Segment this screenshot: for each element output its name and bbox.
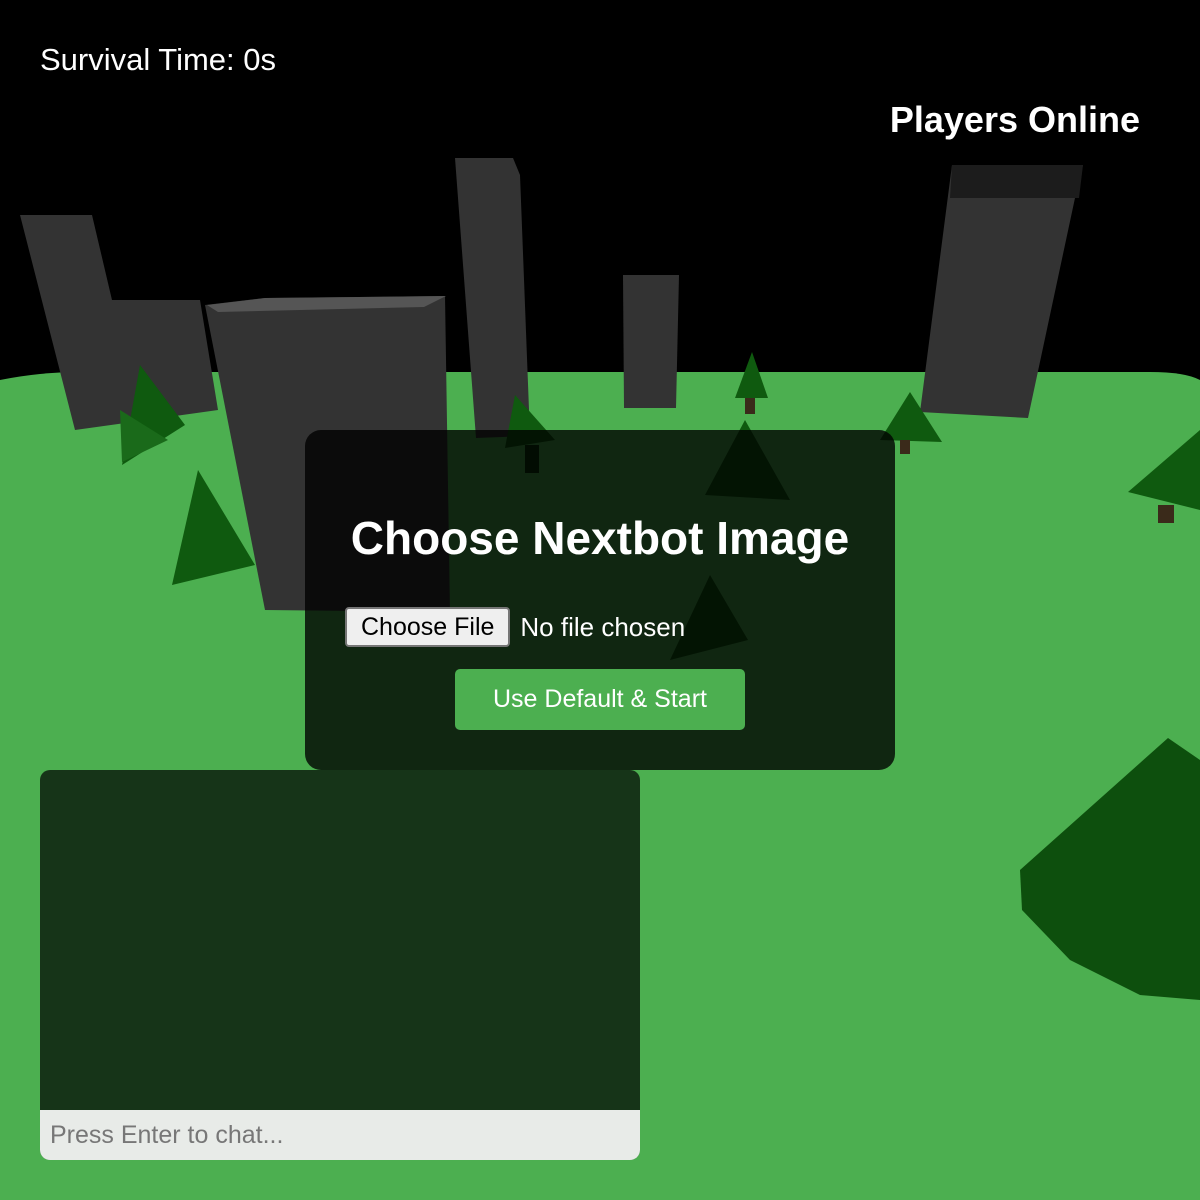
game-viewport[interactable]: Survival Time: 0s Players Online Choose … [0, 0, 1200, 1200]
chat-panel [40, 770, 640, 1160]
chat-log[interactable] [40, 770, 640, 1110]
choose-file-button[interactable]: Choose File [345, 607, 511, 647]
use-default-start-button[interactable]: Use Default & Start [455, 669, 745, 730]
file-status-text: No file chosen [520, 612, 686, 642]
players-online-title: Players Online [889, 99, 1140, 140]
building [950, 165, 1083, 198]
building [623, 275, 679, 408]
file-picker[interactable]: Choose File No file chosen [345, 606, 685, 648]
survival-time-label: Survival Time: 0s [40, 42, 277, 77]
nextbot-image-dialog: Choose Nextbot Image Choose File No file… [305, 430, 895, 770]
chat-input[interactable] [40, 1110, 640, 1160]
dialog-title: Choose Nextbot Image [350, 512, 850, 564]
